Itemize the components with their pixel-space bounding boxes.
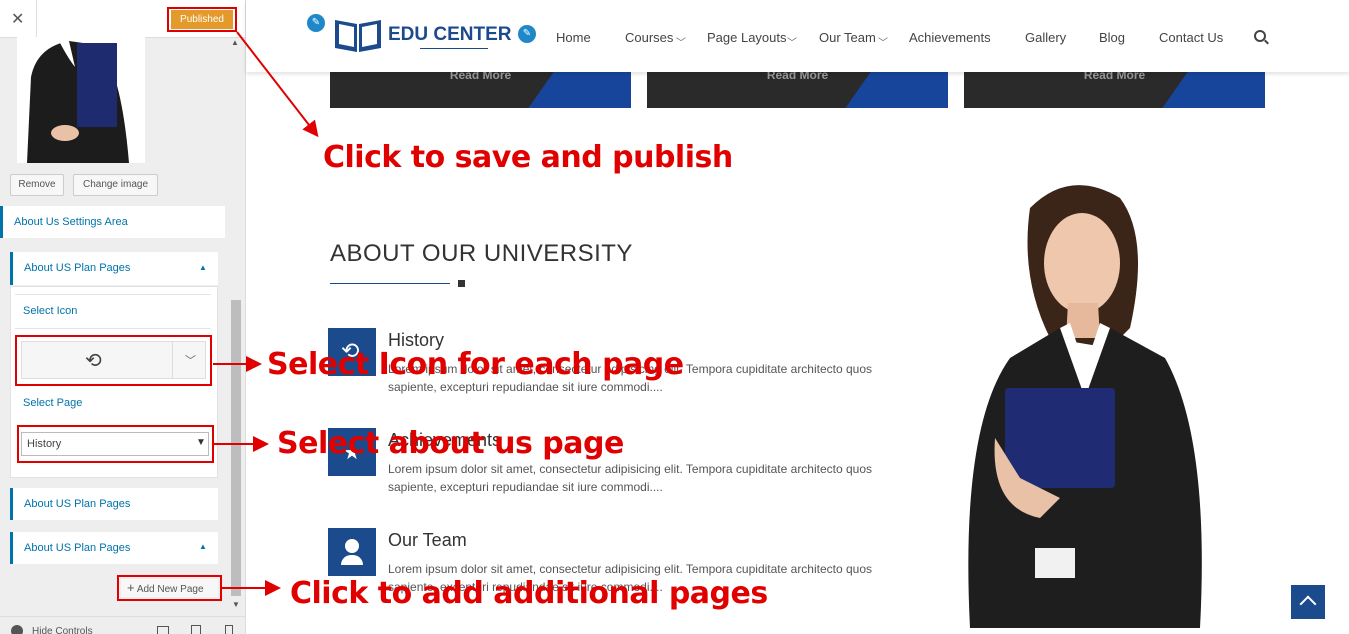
label-divider-2 [15,328,211,329]
page-select[interactable]: History ▼ [21,432,209,456]
annotation-select-page: Select about us page [277,426,624,461]
caret-up-icon: ▲ [199,263,207,272]
hide-controls-label[interactable]: Hide Controls [32,626,93,634]
edit-pencil-icon[interactable]: ✎ [307,14,325,32]
plan-pages-collapsed-1[interactable]: About US Plan Pages [10,488,218,520]
chevron-up-icon [1299,595,1317,613]
mobile-preview-icon[interactable] [225,625,233,634]
section-title: ABOUT OUR UNIVERSITY [330,240,633,267]
team-item-icon [328,528,376,576]
businesswoman-image [968,185,1202,628]
chevron-down-icon: ﹀ [787,38,797,49]
annotation-add-pages: Click to add additional pages [290,576,768,611]
panel-footer: Hide Controls [0,616,245,634]
about-image-preview [17,37,145,163]
title-underline-dot [458,280,465,287]
logo-underline [420,48,488,49]
plan-pages-header[interactable]: About US Plan Pages ▲ [10,252,218,285]
caret-up-icon: ▲ [199,542,207,551]
annotation-save-publish: Click to save and publish [323,140,733,175]
nav-gallery[interactable]: Gallery [1025,30,1066,45]
plus-icon: + [127,580,135,595]
scroll-down-arrow[interactable]: ▼ [232,600,240,609]
chevron-down-icon: ﹀ [676,38,686,49]
page-select-value: History [27,438,62,450]
nav-home[interactable]: Home [556,30,591,45]
chevron-down-icon[interactable]: ﹀ [185,352,196,368]
about-us-settings-area[interactable]: About Us Settings Area [0,206,225,238]
nav-contact-us[interactable]: Contact Us [1159,30,1223,45]
annotation-select-icon: Select Icon for each page [267,347,684,382]
nav-courses[interactable]: Courses [625,30,673,45]
nav-page-layouts[interactable]: Page Layouts [707,30,787,45]
hide-controls-icon[interactable] [11,625,23,634]
add-new-page-label: Add New Page [136,584,204,595]
chevron-down-icon: ﹀ [878,38,888,49]
icon-picker[interactable]: ⟲ ﹀ [21,341,206,379]
back-to-top-button[interactable] [1291,585,1325,619]
caret-down-icon: ▼ [196,437,206,448]
scroll-up-arrow[interactable]: ▲ [231,38,239,47]
customizer-panel: ✕ Published ▲ Remove Change image About … [0,0,246,634]
scrollbar-thumb[interactable] [231,300,241,596]
desktop-preview-icon[interactable] [157,626,169,634]
close-divider [36,0,37,37]
select-icon-label: Select Icon [23,305,78,317]
select-page-label: Select Page [23,397,83,409]
close-icon[interactable]: ✕ [11,9,24,29]
change-image-button[interactable]: Change image [73,174,158,196]
remove-button[interactable]: Remove [10,174,64,196]
add-new-page-button[interactable]: + Add New Page [121,579,218,597]
team-item-title[interactable]: Our Team [388,530,467,551]
edit-pencil-icon[interactable]: ✎ [518,25,536,43]
search-icon-handle [1264,39,1269,45]
nav-achievements[interactable]: Achievements [909,30,991,45]
achievements-item-text: Lorem ipsum dolor sit amet, consectetur … [388,462,873,494]
history-icon: ⟲ [85,350,102,372]
nav-our-team[interactable]: Our Team [819,30,876,45]
tablet-preview-icon[interactable] [191,625,201,634]
plan-pages-label: About US Plan Pages [24,542,131,554]
nav-blog[interactable]: Blog [1099,30,1125,45]
published-button[interactable]: Published [171,10,233,29]
plan-pages-label: About US Plan Pages [24,498,131,510]
plan-pages-collapsed-2[interactable]: About US Plan Pages ▲ [10,532,218,564]
book-logo-icon [335,20,381,52]
site-logo-text[interactable]: EDU CENTER [388,24,512,46]
site-header: ✎ EDU CENTER ✎ Home Courses ﹀ Page Layou… [246,0,1349,72]
picker-divider [172,342,173,378]
title-underline [330,283,450,284]
label-divider [15,294,211,295]
plan-pages-label: About US Plan Pages [24,262,131,274]
